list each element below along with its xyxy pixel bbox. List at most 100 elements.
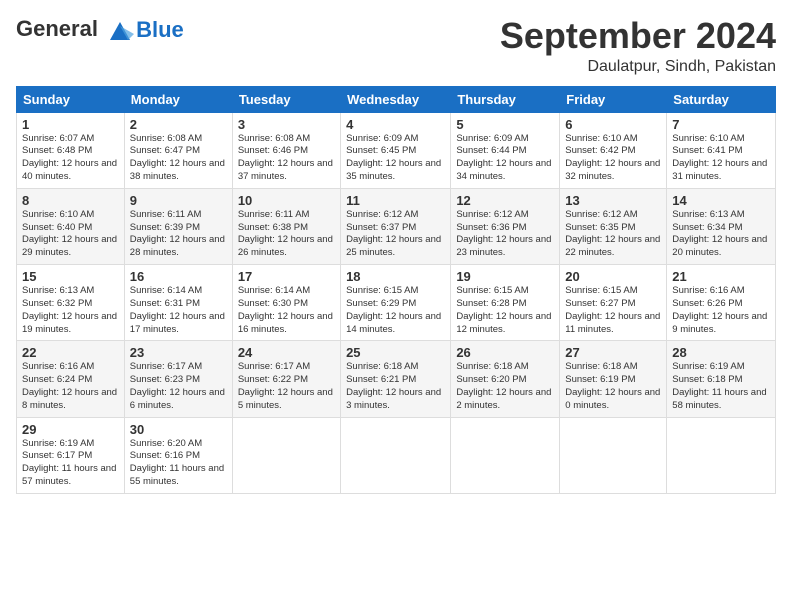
calendar-table: SundayMondayTuesdayWednesdayThursdayFrid… [16,86,776,494]
day-number: 1 [22,117,119,132]
weekday-header-wednesday: Wednesday [341,86,451,112]
day-number: 4 [346,117,445,132]
calendar-cell: 9Sunrise: 6:11 AMSunset: 6:39 PMDaylight… [124,188,232,264]
day-info: Sunrise: 6:13 AMSunset: 6:32 PMDaylight:… [22,285,119,336]
header: General Blue September 2024 Daulatpur, S… [16,16,776,76]
weekday-header-friday: Friday [560,86,667,112]
day-info: Sunrise: 6:15 AMSunset: 6:28 PMDaylight:… [456,285,554,336]
calendar-cell: 13Sunrise: 6:12 AMSunset: 6:35 PMDayligh… [560,188,667,264]
day-number: 7 [672,117,770,132]
calendar-cell [341,417,451,493]
day-number: 14 [672,193,770,208]
day-number: 29 [22,422,119,437]
day-info: Sunrise: 6:19 AMSunset: 6:17 PMDaylight:… [22,438,119,489]
day-info: Sunrise: 6:09 AMSunset: 6:44 PMDaylight:… [456,133,554,184]
day-info: Sunrise: 6:07 AMSunset: 6:48 PMDaylight:… [22,133,119,184]
calendar-cell: 10Sunrise: 6:11 AMSunset: 6:38 PMDayligh… [232,188,340,264]
calendar-cell: 3Sunrise: 6:08 AMSunset: 6:46 PMDaylight… [232,112,340,188]
day-info: Sunrise: 6:17 AMSunset: 6:23 PMDaylight:… [130,361,227,412]
day-number: 27 [565,345,661,360]
day-number: 11 [346,193,445,208]
calendar-cell: 8Sunrise: 6:10 AMSunset: 6:40 PMDaylight… [17,188,125,264]
day-number: 18 [346,269,445,284]
calendar-cell: 24Sunrise: 6:17 AMSunset: 6:22 PMDayligh… [232,341,340,417]
day-info: Sunrise: 6:08 AMSunset: 6:47 PMDaylight:… [130,133,227,184]
day-number: 8 [22,193,119,208]
day-info: Sunrise: 6:15 AMSunset: 6:29 PMDaylight:… [346,285,445,336]
calendar-cell: 18Sunrise: 6:15 AMSunset: 6:29 PMDayligh… [341,265,451,341]
day-info: Sunrise: 6:19 AMSunset: 6:18 PMDaylight:… [672,361,770,412]
day-info: Sunrise: 6:08 AMSunset: 6:46 PMDaylight:… [238,133,335,184]
day-info: Sunrise: 6:11 AMSunset: 6:38 PMDaylight:… [238,209,335,260]
day-number: 23 [130,345,227,360]
day-number: 16 [130,269,227,284]
calendar-week-1: 1Sunrise: 6:07 AMSunset: 6:48 PMDaylight… [17,112,776,188]
day-number: 3 [238,117,335,132]
page: General Blue September 2024 Daulatpur, S… [0,0,792,502]
weekday-header-saturday: Saturday [667,86,776,112]
weekday-header-row: SundayMondayTuesdayWednesdayThursdayFrid… [17,86,776,112]
day-number: 9 [130,193,227,208]
day-info: Sunrise: 6:14 AMSunset: 6:30 PMDaylight:… [238,285,335,336]
day-info: Sunrise: 6:12 AMSunset: 6:37 PMDaylight:… [346,209,445,260]
calendar-body: 1Sunrise: 6:07 AMSunset: 6:48 PMDaylight… [17,112,776,493]
calendar-cell: 29Sunrise: 6:19 AMSunset: 6:17 PMDayligh… [17,417,125,493]
calendar-cell: 22Sunrise: 6:16 AMSunset: 6:24 PMDayligh… [17,341,125,417]
day-number: 28 [672,345,770,360]
calendar-cell: 20Sunrise: 6:15 AMSunset: 6:27 PMDayligh… [560,265,667,341]
calendar-cell [667,417,776,493]
day-info: Sunrise: 6:12 AMSunset: 6:36 PMDaylight:… [456,209,554,260]
calendar-cell: 7Sunrise: 6:10 AMSunset: 6:41 PMDaylight… [667,112,776,188]
location-title: Daulatpur, Sindh, Pakistan [500,58,776,76]
day-info: Sunrise: 6:16 AMSunset: 6:26 PMDaylight:… [672,285,770,336]
calendar-cell: 26Sunrise: 6:18 AMSunset: 6:20 PMDayligh… [451,341,560,417]
calendar-cell: 23Sunrise: 6:17 AMSunset: 6:23 PMDayligh… [124,341,232,417]
day-info: Sunrise: 6:14 AMSunset: 6:31 PMDaylight:… [130,285,227,336]
calendar-cell: 2Sunrise: 6:08 AMSunset: 6:47 PMDaylight… [124,112,232,188]
day-number: 19 [456,269,554,284]
calendar-week-2: 8Sunrise: 6:10 AMSunset: 6:40 PMDaylight… [17,188,776,264]
title-block: September 2024 Daulatpur, Sindh, Pakista… [500,16,776,76]
month-title: September 2024 [500,16,776,56]
day-info: Sunrise: 6:18 AMSunset: 6:21 PMDaylight:… [346,361,445,412]
day-info: Sunrise: 6:10 AMSunset: 6:42 PMDaylight:… [565,133,661,184]
calendar-cell: 6Sunrise: 6:10 AMSunset: 6:42 PMDaylight… [560,112,667,188]
day-info: Sunrise: 6:13 AMSunset: 6:34 PMDaylight:… [672,209,770,260]
calendar-cell: 1Sunrise: 6:07 AMSunset: 6:48 PMDaylight… [17,112,125,188]
day-info: Sunrise: 6:20 AMSunset: 6:16 PMDaylight:… [130,438,227,489]
calendar-cell: 27Sunrise: 6:18 AMSunset: 6:19 PMDayligh… [560,341,667,417]
weekday-header-thursday: Thursday [451,86,560,112]
logo-general: General [16,16,98,41]
day-number: 6 [565,117,661,132]
day-number: 17 [238,269,335,284]
day-number: 21 [672,269,770,284]
calendar-cell: 12Sunrise: 6:12 AMSunset: 6:36 PMDayligh… [451,188,560,264]
day-info: Sunrise: 6:11 AMSunset: 6:39 PMDaylight:… [130,209,227,260]
day-info: Sunrise: 6:09 AMSunset: 6:45 PMDaylight:… [346,133,445,184]
day-info: Sunrise: 6:10 AMSunset: 6:41 PMDaylight:… [672,133,770,184]
day-number: 2 [130,117,227,132]
calendar-week-5: 29Sunrise: 6:19 AMSunset: 6:17 PMDayligh… [17,417,776,493]
day-number: 20 [565,269,661,284]
day-info: Sunrise: 6:10 AMSunset: 6:40 PMDaylight:… [22,209,119,260]
day-info: Sunrise: 6:17 AMSunset: 6:22 PMDaylight:… [238,361,335,412]
calendar-week-4: 22Sunrise: 6:16 AMSunset: 6:24 PMDayligh… [17,341,776,417]
calendar-cell: 11Sunrise: 6:12 AMSunset: 6:37 PMDayligh… [341,188,451,264]
calendar-cell: 5Sunrise: 6:09 AMSunset: 6:44 PMDaylight… [451,112,560,188]
calendar-cell: 4Sunrise: 6:09 AMSunset: 6:45 PMDaylight… [341,112,451,188]
day-info: Sunrise: 6:18 AMSunset: 6:20 PMDaylight:… [456,361,554,412]
day-number: 24 [238,345,335,360]
day-number: 25 [346,345,445,360]
day-number: 13 [565,193,661,208]
day-number: 5 [456,117,554,132]
calendar-cell: 21Sunrise: 6:16 AMSunset: 6:26 PMDayligh… [667,265,776,341]
logo: General Blue [16,16,184,44]
weekday-header-tuesday: Tuesday [232,86,340,112]
logo-icon [106,16,134,44]
logo-blue: Blue [136,18,184,42]
day-info: Sunrise: 6:18 AMSunset: 6:19 PMDaylight:… [565,361,661,412]
calendar-cell: 14Sunrise: 6:13 AMSunset: 6:34 PMDayligh… [667,188,776,264]
day-number: 30 [130,422,227,437]
day-number: 15 [22,269,119,284]
weekday-header-sunday: Sunday [17,86,125,112]
